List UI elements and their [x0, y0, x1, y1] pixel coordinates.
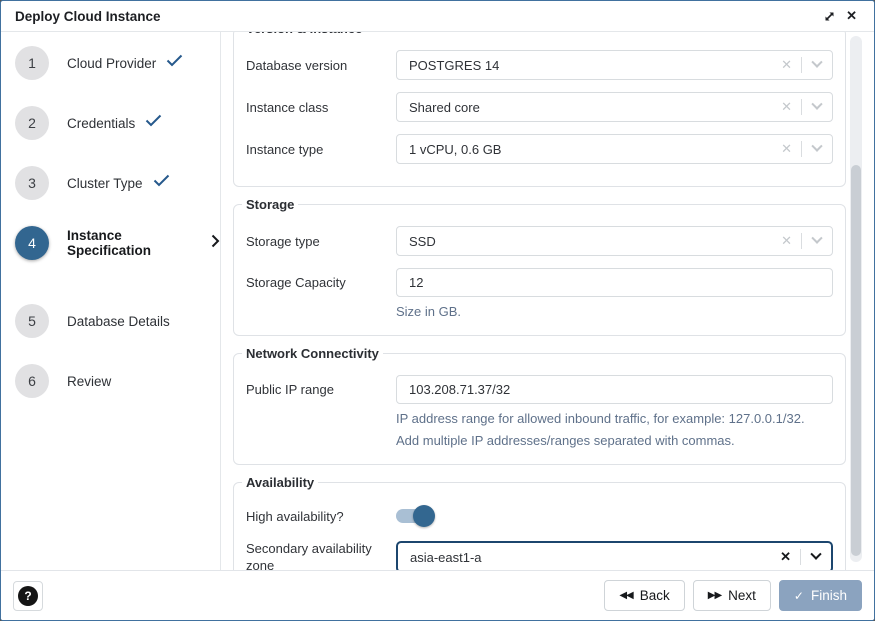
availability-section: Availability High availability? Secondar… [233, 475, 846, 570]
clear-icon[interactable]: ✕ [772, 99, 801, 115]
chevron-down-icon[interactable] [802, 145, 832, 153]
helper-line-1: IP address range for allowed inbound tra… [396, 408, 833, 430]
public-ip-range-label: Public IP range [246, 381, 396, 398]
instance-type-label: Instance type [246, 141, 396, 158]
high-availability-label: High availability? [246, 508, 396, 525]
step-label: Instance Specification [67, 228, 203, 258]
next-button-label: Next [728, 588, 756, 603]
dialog-footer: ? ◀◀ Back ▶▶ Next ✓ Finish [1, 570, 874, 620]
storage-capacity-helper: Size in GB. [396, 301, 833, 323]
dialog-title: Deploy Cloud Instance [15, 9, 818, 24]
instance-class-value: Shared core [397, 100, 772, 115]
scrollbar-thumb[interactable] [851, 165, 861, 556]
help-button[interactable]: ? [13, 581, 43, 611]
deploy-cloud-instance-dialog: Deploy Cloud Instance ✕ 1 Cloud Provider… [0, 0, 875, 621]
chevron-right-icon [211, 234, 220, 253]
chevron-down-icon[interactable] [801, 553, 831, 561]
step-credentials[interactable]: 2 Credentials [15, 106, 220, 140]
chevron-down-icon[interactable] [802, 103, 832, 111]
helper-line-2: Add multiple IP addresses/ranges separat… [396, 430, 833, 452]
high-availability-toggle[interactable] [396, 509, 432, 523]
step-label: Review [67, 374, 111, 389]
clear-icon[interactable]: ✕ [772, 233, 801, 249]
secondary-availability-zone-select[interactable]: asia-east1-a ✕ [396, 541, 833, 570]
version-instance-section: Version & Instance Database version POST… [233, 32, 846, 187]
public-ip-range-input[interactable] [396, 375, 833, 404]
check-icon: ✓ [794, 589, 804, 603]
scrollbar-track[interactable] [850, 36, 862, 562]
step-label: Cloud Provider [67, 56, 156, 71]
finish-button-label: Finish [811, 588, 847, 603]
maximize-button[interactable] [818, 8, 841, 25]
step-database-details[interactable]: 5 Database Details [15, 304, 220, 338]
next-button[interactable]: ▶▶ Next [693, 580, 771, 611]
storage-section: Storage Storage type SSD ✕ [233, 197, 846, 336]
network-connectivity-legend: Network Connectivity [242, 346, 383, 361]
secondary-availability-zone-value: asia-east1-a [398, 550, 771, 565]
clear-icon[interactable]: ✕ [772, 57, 801, 73]
double-arrow-left-icon: ◀◀ [619, 590, 632, 601]
chevron-down-icon[interactable] [802, 237, 832, 245]
storage-type-select[interactable]: SSD ✕ [396, 226, 833, 256]
step-number-badge: 3 [15, 166, 49, 200]
clear-icon[interactable]: ✕ [771, 549, 800, 565]
step-number-badge: 5 [15, 304, 49, 338]
storage-type-value: SSD [397, 234, 772, 249]
instance-class-label: Instance class [246, 99, 396, 116]
check-icon [145, 114, 162, 132]
step-number-badge: 6 [15, 364, 49, 398]
network-connectivity-section: Network Connectivity Public IP range IP … [233, 346, 846, 465]
step-review[interactable]: 6 Review [15, 364, 220, 398]
database-version-value: POSTGRES 14 [397, 58, 772, 73]
help-icon: ? [18, 586, 38, 606]
clear-icon[interactable]: ✕ [772, 141, 801, 157]
check-icon [153, 174, 170, 192]
storage-type-label: Storage type [246, 233, 396, 250]
database-version-select[interactable]: POSTGRES 14 ✕ [396, 50, 833, 80]
step-label: Database Details [67, 314, 170, 329]
form-scroll-area: Version & Instance Database version POST… [221, 32, 874, 570]
version-instance-legend: Version & Instance [242, 32, 366, 36]
storage-capacity-input[interactable] [396, 268, 833, 297]
step-number-badge: 1 [15, 46, 49, 80]
double-arrow-right-icon: ▶▶ [708, 590, 721, 601]
check-icon [166, 54, 183, 72]
step-cluster-type[interactable]: 3 Cluster Type [15, 166, 220, 200]
storage-capacity-label: Storage Capacity [246, 274, 396, 291]
step-cloud-provider[interactable]: 1 Cloud Provider [15, 46, 220, 80]
step-label: Credentials [67, 116, 135, 131]
instance-type-select[interactable]: 1 vCPU, 0.6 GB ✕ [396, 134, 833, 164]
toggle-knob [413, 505, 435, 527]
storage-legend: Storage [242, 197, 298, 212]
step-number-badge: 4 [15, 226, 49, 260]
step-instance-specification[interactable]: 4 Instance Specification [15, 226, 220, 260]
instance-type-value: 1 vCPU, 0.6 GB [397, 142, 772, 157]
finish-button[interactable]: ✓ Finish [779, 580, 862, 611]
step-label: Cluster Type [67, 176, 143, 191]
dialog-titlebar: Deploy Cloud Instance ✕ [1, 1, 874, 32]
chevron-down-icon[interactable] [802, 61, 832, 69]
back-button[interactable]: ◀◀ Back [604, 580, 684, 611]
close-icon: ✕ [846, 8, 857, 24]
secondary-availability-zone-label: Secondary availability zone [246, 540, 396, 570]
instance-class-select[interactable]: Shared core ✕ [396, 92, 833, 122]
database-version-label: Database version [246, 57, 396, 74]
availability-legend: Availability [242, 475, 318, 490]
wizard-steps-sidebar: 1 Cloud Provider 2 Credentials 3 Cluster… [1, 32, 221, 570]
back-button-label: Back [640, 588, 670, 603]
close-button[interactable]: ✕ [841, 6, 862, 26]
public-ip-range-helper: IP address range for allowed inbound tra… [396, 408, 833, 452]
step-number-badge: 2 [15, 106, 49, 140]
instance-specification-panel: Version & Instance Database version POST… [221, 32, 874, 570]
maximize-icon [823, 10, 836, 23]
